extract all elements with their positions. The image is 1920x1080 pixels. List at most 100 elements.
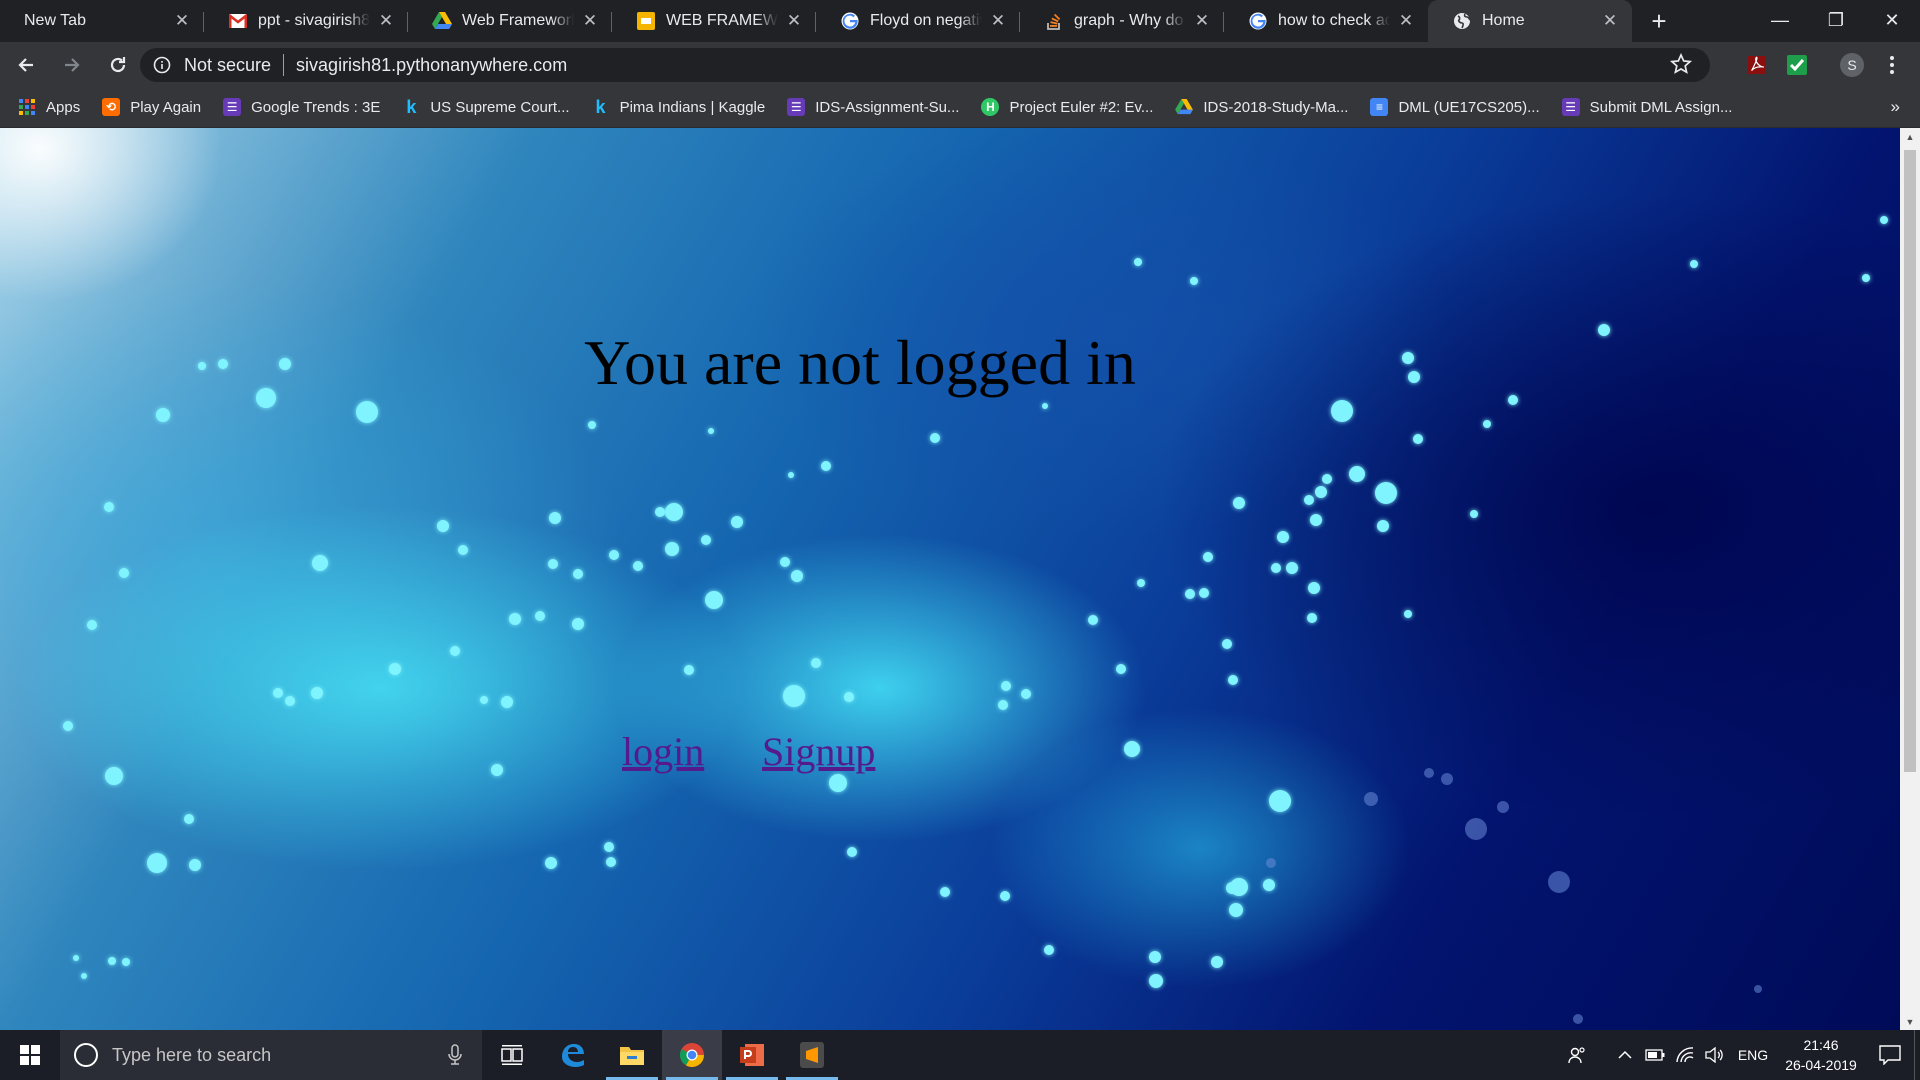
bookmarks-overflow-icon[interactable]: » <box>1891 97 1900 117</box>
tab-slides[interactable]: WEB FRAMEWORK ✕ <box>612 0 816 42</box>
close-icon[interactable]: ✕ <box>1600 11 1620 31</box>
window-controls: — ❐ ✕ <box>1752 0 1920 40</box>
tab-new-tab[interactable]: New Tab ✕ <box>0 0 204 42</box>
menu-dots-icon[interactable] <box>1877 50 1907 80</box>
login-link[interactable]: login <box>622 728 704 775</box>
bookmark-us-supreme-court[interactable]: k US Supreme Court... <box>402 97 570 117</box>
chrome-icon[interactable] <box>662 1030 722 1080</box>
bookmark-label: Pima Indians | Kaggle <box>619 98 766 116</box>
hackerrank-icon: H <box>981 98 1000 116</box>
chevron-up-icon[interactable] <box>1610 1030 1640 1080</box>
close-icon[interactable]: ✕ <box>988 11 1008 31</box>
clock-date: 26-04-2019 <box>1785 1057 1857 1073</box>
people-icon[interactable] <box>1562 1030 1592 1080</box>
bookmark-google-trends[interactable]: ☰ Google Trends : 3E <box>223 98 380 116</box>
taskbar-clock[interactable]: 21:46 26-04-2019 <box>1776 1035 1866 1075</box>
close-icon[interactable]: ✕ <box>376 11 396 31</box>
system-tray: ENG 21:46 26-04-2019 <box>1562 1030 1920 1080</box>
play-again-icon: ⟲ <box>102 98 121 116</box>
tab-title: Web Frameworks - <box>462 12 574 29</box>
drive-icon <box>432 11 452 31</box>
language-indicator[interactable]: ENG <box>1730 1030 1776 1080</box>
bookmark-pima-indians[interactable]: k Pima Indians | Kaggle <box>592 97 766 117</box>
windows-taskbar: Type here to search ENG 21:46 26-04-2019 <box>0 1030 1920 1080</box>
scrollbar-thumb[interactable] <box>1904 150 1916 772</box>
slides-icon <box>636 11 656 31</box>
tab-drive[interactable]: Web Frameworks - ✕ <box>408 0 612 42</box>
powerpoint-icon[interactable] <box>722 1030 782 1080</box>
bookmarks-bar: Apps ⟲ Play Again ☰ Google Trends : 3E k… <box>0 87 1920 128</box>
scroll-up-icon[interactable]: ▲ <box>1900 128 1920 145</box>
new-tab-button[interactable]: + <box>1638 0 1680 42</box>
security-label[interactable]: Not secure <box>184 55 271 76</box>
tab-gmail[interactable]: ppt - sivagirish81@ ✕ <box>204 0 408 42</box>
tab-stackoverflow[interactable]: graph - Why do all ✕ <box>1020 0 1224 42</box>
tab-home[interactable]: Home ✕ <box>1428 0 1632 42</box>
info-icon[interactable] <box>150 53 174 77</box>
url-text[interactable]: sivagirish81.pythonanywhere.com <box>296 55 567 76</box>
bookmark-project-euler[interactable]: H Project Euler #2: Ev... <box>981 98 1153 116</box>
bookmark-play-again[interactable]: ⟲ Play Again <box>102 98 201 116</box>
tab-title: New Tab <box>24 12 86 29</box>
page-scrollbar[interactable]: ▲ ▼ <box>1900 128 1920 1030</box>
minimize-icon[interactable]: — <box>1752 0 1808 40</box>
sublime-text-icon[interactable] <box>782 1030 842 1080</box>
tab-check-admin[interactable]: how to check adm ✕ <box>1224 0 1428 42</box>
bookmark-label: US Supreme Court... <box>430 98 570 116</box>
bookmark-submit-dml[interactable]: ☰ Submit DML Assign... <box>1561 98 1733 116</box>
forward-icon[interactable] <box>52 45 92 85</box>
apps-grid-icon <box>18 98 36 116</box>
back-icon[interactable] <box>6 45 46 85</box>
tab-title: Floyd on negative <box>870 12 982 29</box>
taskbar-search-box[interactable]: Type here to search <box>60 1030 482 1080</box>
signup-link[interactable]: Signup <box>762 728 875 775</box>
restore-icon[interactable]: ❐ <box>1808 0 1864 40</box>
clock-time: 21:46 <box>1803 1037 1839 1053</box>
bookmark-label: IDS-2018-Study-Ma... <box>1203 98 1349 116</box>
page-title: You are not logged in <box>584 327 1136 398</box>
particle-background <box>63 216 1888 1024</box>
wifi-icon[interactable] <box>1670 1030 1700 1080</box>
reload-icon[interactable] <box>98 45 138 85</box>
bookmark-label: Play Again <box>130 98 202 116</box>
list-icon: ☰ <box>223 98 242 116</box>
bookmark-ids-study-material[interactable]: IDS-2018-Study-Ma... <box>1175 98 1348 116</box>
bookmark-label: Submit DML Assign... <box>1589 98 1733 116</box>
volume-icon[interactable] <box>1700 1030 1730 1080</box>
docs-icon: ≡ <box>1370 98 1389 116</box>
gmail-icon <box>228 11 248 31</box>
profile-avatar[interactable]: S <box>1837 50 1867 80</box>
close-icon[interactable]: ✕ <box>172 11 192 31</box>
bookmark-label: IDS-Assignment-Su... <box>815 98 960 116</box>
file-explorer-icon[interactable] <box>602 1030 662 1080</box>
bookmark-dml[interactable]: ≡ DML (UE17CS205)... <box>1370 98 1540 116</box>
tab-title: how to check adm <box>1278 12 1390 29</box>
battery-icon[interactable] <box>1640 1030 1670 1080</box>
stackoverflow-icon <box>1044 11 1064 31</box>
bookmark-star-icon[interactable] <box>1669 52 1693 80</box>
windows-start-icon[interactable] <box>0 1030 60 1080</box>
tab-floyd[interactable]: Floyd on negative ✕ <box>816 0 1020 42</box>
bookmark-apps[interactable]: Apps <box>18 98 80 116</box>
cortana-icon <box>74 1043 98 1067</box>
google-icon <box>840 11 860 31</box>
close-icon[interactable]: ✕ <box>1192 11 1212 31</box>
pdf-extension-icon[interactable] <box>1742 50 1772 80</box>
tab-strip: New Tab ✕ ppt - sivagirish81@ ✕ Web Fram… <box>0 0 1920 42</box>
edge-browser-icon[interactable] <box>542 1030 602 1080</box>
bookmark-label: DML (UE17CS205)... <box>1398 98 1540 116</box>
close-icon[interactable]: ✕ <box>784 11 804 31</box>
show-desktop-button[interactable] <box>1914 1030 1920 1080</box>
close-icon[interactable]: ✕ <box>580 11 600 31</box>
close-window-icon[interactable]: ✕ <box>1864 0 1920 40</box>
scroll-down-icon[interactable]: ▼ <box>1900 1013 1920 1030</box>
close-icon[interactable]: ✕ <box>1396 11 1416 31</box>
bookmark-ids-assignment[interactable]: ☰ IDS-Assignment-Su... <box>787 98 959 116</box>
checkmark-extension-icon[interactable] <box>1782 50 1812 80</box>
notification-icon[interactable] <box>1866 1030 1914 1080</box>
avatar: S <box>1840 53 1864 77</box>
search-placeholder: Type here to search <box>112 1044 272 1065</box>
microphone-icon[interactable] <box>448 1044 462 1071</box>
task-view-icon[interactable] <box>482 1030 542 1080</box>
address-bar[interactable]: Not secure sivagirish81.pythonanywhere.c… <box>140 48 1710 82</box>
